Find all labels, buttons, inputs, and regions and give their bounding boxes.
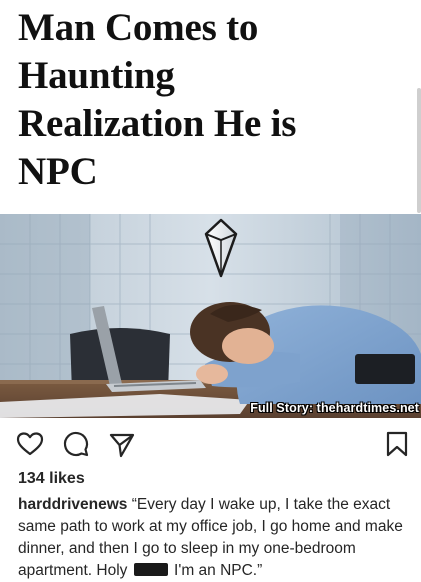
headline-line-1: Man Comes to bbox=[18, 6, 259, 49]
headline-line-4: NPC bbox=[18, 150, 98, 193]
headline-line-3: Realization He is bbox=[18, 102, 297, 145]
headline-line-2: Haunting bbox=[18, 54, 175, 97]
post-action-bar bbox=[0, 424, 421, 464]
photo-credit: Full Story: thehardtimes.net bbox=[250, 401, 419, 415]
scroll-indicator[interactable] bbox=[417, 88, 421, 213]
post-photo[interactable]: Full Story: thehardtimes.net bbox=[0, 214, 421, 418]
heart-icon[interactable] bbox=[16, 430, 44, 458]
like-count[interactable]: 134 likes bbox=[18, 470, 85, 488]
caption-text-end: I'm an NPC.” bbox=[174, 562, 263, 579]
article-headline: Man Comes to Haunting Realization He is … bbox=[18, 4, 408, 196]
post-caption: harddrivenews “Every day I wake up, I ta… bbox=[18, 494, 412, 582]
send-icon[interactable] bbox=[108, 430, 136, 458]
redaction-bar bbox=[133, 563, 168, 576]
comment-icon[interactable] bbox=[62, 430, 90, 458]
office-scene-illustration bbox=[0, 214, 421, 418]
username-link[interactable]: harddrivenews bbox=[18, 496, 127, 513]
bookmark-icon[interactable] bbox=[383, 430, 411, 458]
